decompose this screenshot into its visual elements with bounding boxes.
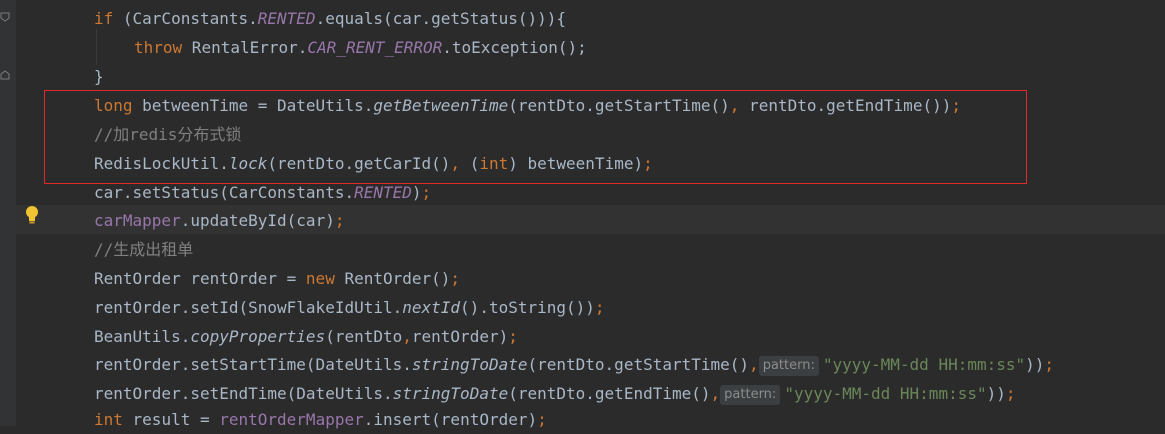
editor-gutter bbox=[0, 0, 16, 426]
token: ().toString()) bbox=[460, 298, 595, 317]
token-field: rentOrderMapper bbox=[219, 410, 364, 429]
token-static-field: CAR_RENT_ERROR bbox=[307, 38, 443, 57]
code-line-14[interactable]: rentOrder.setEndTime(DateUtils.stringToD… bbox=[94, 379, 1016, 408]
token: .equals(car.getStatus())){ bbox=[315, 9, 567, 28]
token-semicolon: ; bbox=[537, 410, 547, 429]
token-keyword: int bbox=[94, 410, 123, 429]
token: RentOrder() bbox=[334, 269, 451, 288]
code-editor[interactable]: if (CarConstants.RENTED.equals(car.getSt… bbox=[16, 0, 1165, 429]
token: BeanUtils. bbox=[94, 327, 191, 346]
fold-marker-icon[interactable] bbox=[0, 70, 10, 80]
token-static-field: RENTED bbox=[257, 9, 316, 28]
token-static-method: nextId bbox=[402, 298, 461, 317]
parameter-hint: pattern: bbox=[758, 356, 819, 376]
token-keyword: throw bbox=[134, 38, 183, 57]
code-line-11[interactable]: rentOrder.setId(SnowFlakeIdUtil.nextId()… bbox=[94, 293, 605, 322]
token: (rentDto.getStartTime() bbox=[527, 355, 750, 374]
token: )) bbox=[1025, 355, 1045, 374]
token: .insert(rentOrder) bbox=[363, 410, 538, 429]
token: rentOrder) bbox=[411, 327, 509, 346]
token-comment: //生成出租单 bbox=[94, 240, 194, 259]
token: rentOrder.setEndTime(DateUtils. bbox=[94, 384, 393, 403]
code-line-15[interactable]: int result = rentOrderMapper.insert(rent… bbox=[94, 405, 547, 434]
token: RentOrder rentOrder = bbox=[94, 269, 306, 288]
token-semicolon: ; bbox=[450, 269, 461, 288]
code-line-2[interactable]: throw RentalError.CAR_RENT_ERROR.toExcep… bbox=[134, 33, 587, 62]
token: result = bbox=[122, 410, 220, 429]
token: car.setStatus(CarConstants. bbox=[94, 183, 355, 202]
token-field: carMapper bbox=[94, 211, 181, 230]
highlight-box bbox=[44, 90, 1027, 184]
token-comma: , bbox=[749, 355, 759, 374]
token-semicolon: ; bbox=[1044, 355, 1055, 374]
code-line-13[interactable]: rentOrder.setStartTime(DateUtils.stringT… bbox=[94, 350, 1054, 379]
token-semicolon: ; bbox=[1005, 384, 1016, 403]
parameter-hint: pattern: bbox=[720, 385, 781, 405]
token: (rentDto bbox=[325, 327, 403, 346]
lightbulb-icon[interactable] bbox=[24, 204, 40, 226]
code-line-1[interactable]: if (CarConstants.RENTED.equals(car.getSt… bbox=[94, 4, 566, 33]
code-line-12[interactable]: BeanUtils.copyProperties(rentDto,rentOrd… bbox=[94, 322, 518, 351]
token: rentOrder.setStartTime(DateUtils. bbox=[94, 355, 412, 374]
token-string: "yyyy-MM-dd HH:mm:ss" bbox=[784, 384, 987, 403]
token-static-method: copyProperties bbox=[190, 327, 326, 346]
token: } bbox=[94, 67, 104, 86]
code-line-3[interactable]: } bbox=[94, 62, 104, 91]
token: .toException(); bbox=[442, 38, 587, 57]
code-line-8[interactable]: carMapper.updateById(car); bbox=[94, 206, 344, 235]
token-static-field: RENTED bbox=[354, 183, 412, 202]
token-comma: , bbox=[710, 384, 721, 403]
token: RentalError. bbox=[182, 38, 308, 57]
token: rentOrder.setId(SnowFlakeIdUtil. bbox=[94, 298, 403, 317]
token: (rentDto.getEndTime() bbox=[508, 384, 711, 403]
token: (CarConstants. bbox=[113, 9, 258, 28]
token-static-method: stringToDate bbox=[411, 355, 528, 374]
token: )) bbox=[986, 384, 1006, 403]
token-semicolon: ; bbox=[334, 211, 345, 230]
indent-guide bbox=[96, 29, 97, 65]
token-comma: , bbox=[402, 327, 412, 346]
code-line-10[interactable]: RentOrder rentOrder = new RentOrder(); bbox=[94, 264, 460, 293]
token-semicolon: ; bbox=[421, 183, 432, 202]
token-keyword: if bbox=[94, 9, 114, 28]
token: ) bbox=[411, 183, 422, 202]
token-semicolon: ; bbox=[594, 298, 605, 317]
token-string: "yyyy-MM-dd HH:mm:ss" bbox=[822, 355, 1026, 374]
code-line-9[interactable]: //生成出租单 bbox=[94, 235, 193, 264]
fold-marker-icon[interactable] bbox=[0, 12, 10, 22]
token-semicolon: ; bbox=[508, 327, 518, 346]
token: .updateById(car) bbox=[180, 211, 335, 230]
token-static-method: stringToDate bbox=[392, 384, 509, 403]
token-keyword: new bbox=[305, 269, 335, 288]
